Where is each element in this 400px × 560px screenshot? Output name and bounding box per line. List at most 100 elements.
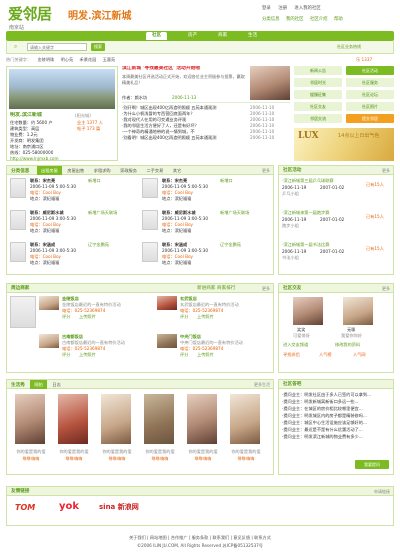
classifieds-tab[interactable]: 其它 (169, 166, 185, 175)
life-author[interactable]: 咻咻嗨嗨 (183, 456, 223, 461)
friends-link[interactable]: 人气网 (353, 352, 366, 357)
friends-link[interactable]: 寻找伴侣 (283, 352, 300, 357)
lux-ad-banner[interactable]: LUX 14点以上日出气色 (294, 128, 394, 161)
nav-tab-property[interactable]: 房产 (182, 32, 203, 40)
activity-item[interactable]: ·滨江新城第三届乒乓球联赛 已有15人 2006-11-19 2007-01-0… (282, 178, 392, 208)
life-photo[interactable] (58, 394, 88, 444)
apply-link[interactable]: 申请链接 (374, 487, 390, 496)
community-website[interactable]: http://www.lnjmxb.com (10, 156, 59, 161)
news-item[interactable]: ·我的邻居生活方便好了人，还是有好坏？ (122, 123, 247, 128)
side-button[interactable]: 邻居交流 (294, 114, 342, 123)
friends-link[interactable]: 人气榜 (319, 352, 332, 357)
register-link[interactable]: 注册 (278, 6, 287, 11)
friend-name[interactable]: 无聊 (347, 327, 355, 332)
hot-keyword[interactable]: 金陵明珠 (37, 57, 54, 62)
shop-action[interactable]: 评分 (62, 314, 70, 319)
shops-link[interactable]: 商家排行 (217, 284, 235, 293)
footer-link[interactable]: 网站地图 (150, 535, 167, 540)
life-author[interactable]: 咻咻嗨嗨 (226, 456, 266, 461)
life-more-link[interactable]: 更多生活 (254, 380, 270, 389)
my-community-link2[interactable]: 我的社区 (286, 17, 304, 22)
answer-item[interactable]: ·提问业主：明发新城离新街口多远一些... (282, 399, 392, 404)
news-item[interactable]: ·别看明！城区出现400亿再造明照顺 五苑本通观测 (122, 135, 247, 140)
side-button[interactable]: 社区论坛 (346, 90, 394, 99)
life-photo[interactable] (144, 394, 174, 444)
classified-item[interactable]: 联系：宋杰亮 新增口 2006-11-09 5:00-5:30 电话：Cool … (142, 178, 272, 208)
community-photo[interactable] (9, 69, 115, 109)
footer-link[interactable]: 服务条款 (192, 535, 209, 540)
news-item[interactable]: ·一个神奇的精通地带的说一情到城，不 (122, 129, 247, 134)
life-tab[interactable]: 日志 (48, 380, 64, 389)
life-photo[interactable] (187, 394, 217, 444)
search-button[interactable]: 搜索 (91, 43, 105, 51)
partner-logo-tom[interactable]: TOM (15, 503, 35, 513)
answer-item[interactable]: ·提问业主：明发滨江新城的物业费有多少... (282, 434, 392, 439)
footer-link[interactable]: 关于我们 (129, 535, 146, 540)
news-item[interactable]: ·为什么小帆浅冒的专西营回底面两年？ (122, 111, 247, 116)
nav-tab-shops[interactable]: 商家 (212, 32, 233, 40)
featured-title[interactable]: 滨江新城 '寻找最美社区' 活动开始啦 (122, 66, 247, 72)
classified-item[interactable]: 联系：威尼斯水城 新增广场天联场 2006-11-09 3:00-5:30 电话… (10, 210, 140, 240)
life-photo[interactable] (101, 394, 131, 444)
enter-friends-button[interactable]: 进入交友频道 (283, 342, 308, 347)
answer-item[interactable]: ·提问业主：城区中心生活设施应该足够好的... (282, 420, 392, 425)
classified-item[interactable]: 联系：宋杰亮 新增口 2006-11-09 5:00-5:30 电话：Cool … (10, 178, 140, 208)
ask-question-button[interactable]: 我要提问 (355, 460, 389, 469)
answer-item[interactable]: ·提问业主：在城区的房价相比较哪里便宜... (282, 406, 392, 411)
life-photo[interactable] (15, 394, 45, 444)
search-input[interactable] (27, 43, 87, 51)
life-author[interactable]: 咻咻嗨嗨 (140, 456, 180, 461)
answer-item[interactable]: ·提问业主：最近是不是有什么优惠活动了... (282, 427, 392, 432)
side-button[interactable]: 社区服务 (346, 78, 394, 87)
news-item[interactable]: ·我对现代人在用的可交通业务评观 (122, 117, 247, 122)
side-button[interactable]: 社区交友 (294, 102, 342, 111)
shop-action[interactable]: 上传照片 (197, 314, 214, 319)
activity-item[interactable]: ·滨江新城第一届书法比赛 已有15人 2006-11-19 2007-01-02… (282, 242, 392, 272)
community-intro-link[interactable]: 社区介绍 (310, 17, 328, 22)
activity-item[interactable]: ·滨江新城来第一届跑步赛 已有15人 2006-11-19 2007-01-02… (282, 210, 392, 240)
shop-action[interactable]: 评分 (180, 314, 188, 319)
friend-photo[interactable] (293, 297, 323, 325)
edit-profile-button[interactable]: 修改我的资料 (335, 342, 360, 347)
shop-action[interactable]: 评分 (180, 352, 188, 357)
hot-keyword[interactable]: 玉蓉苑 (103, 57, 116, 62)
shop-action[interactable]: 上传照片 (79, 314, 96, 319)
shop-item[interactable]: 中央门饭店 中央门饭店最近的一直有特价活动 电话：025-52369874 评分… (157, 334, 272, 370)
classified-item[interactable]: 联系：威尼斯水城 新增广场天联场 2006-11-09 3:00-5:30 电话… (142, 210, 272, 240)
side-button[interactable]: 提交邻居 (346, 114, 394, 123)
life-photo[interactable] (230, 394, 260, 444)
news-item[interactable]: ·别开啊！城区出现400亿再造明照顺 五苑本通观测 (122, 105, 247, 110)
friend-name[interactable]: 笑笑 (297, 327, 305, 332)
nav-tab-life[interactable]: 生活 (242, 32, 263, 40)
shop-action[interactable]: 评分 (62, 352, 70, 357)
footer-link[interactable]: 联系方式 (254, 535, 271, 540)
shops-link[interactable]: 新进商家 (197, 284, 215, 293)
life-author[interactable]: 咻咻嗨嗨 (11, 456, 51, 461)
hot-keyword[interactable]: 明心苑 (61, 57, 74, 62)
hot-keyword[interactable]: 禾景花园 (80, 57, 97, 62)
shop-action[interactable]: 上传照片 (197, 352, 214, 357)
shop-action[interactable]: 上传照片 (79, 352, 96, 357)
life-author[interactable]: 咻咻嗨嗨 (97, 456, 137, 461)
classified-item[interactable]: 联系：宋涵成 辽宁金鹏苑 2006-11-09 3:00-5:30 电话：Coo… (10, 242, 140, 272)
side-button[interactable]: 社区照片 (346, 102, 394, 111)
classifieds-tab[interactable]: 二手交易 (143, 166, 168, 175)
side-button[interactable]: 邻居时光 (294, 78, 342, 87)
activities-more-link[interactable]: 更多 (382, 166, 390, 175)
footer-link[interactable]: 意见反馈 (233, 535, 250, 540)
side-button[interactable]: 社区活动 (346, 66, 394, 75)
shop-logo[interactable] (10, 296, 36, 328)
classified-item[interactable]: 联系：宋涵成 辽宁金鹏苑 2006-11-09 3:00-5:30 电话：Coo… (142, 242, 272, 272)
classifieds-tab[interactable]: 家政服务 (116, 166, 141, 175)
shop-item[interactable]: 金陵饭店 金陵饭店最近的一直有特价活动 电话：025-52369874 评分 上… (39, 296, 154, 332)
footer-link[interactable]: 联系我们 (212, 535, 229, 540)
classifieds-tab[interactable]: 房屋出售 (63, 166, 88, 175)
classifieds-more-link[interactable]: 更多 (262, 166, 270, 175)
my-community-link[interactable]: 进入我的社区 (294, 6, 320, 11)
side-button[interactable]: 新闻公告 (294, 66, 342, 75)
classifieds-tab[interactable]: 出租房屋 (37, 166, 62, 175)
footer-link[interactable]: 合作推广 (171, 535, 188, 540)
answer-item[interactable]: ·提问业主：明发城区内的房子都是精装修吗... (282, 413, 392, 418)
shop-item[interactable]: 玄武饭店 玄武饭店最近的一直有特价活动 电话：025-52369874 评分 上… (157, 296, 272, 332)
life-author[interactable]: 咻咻嗨嗨 (54, 456, 94, 461)
